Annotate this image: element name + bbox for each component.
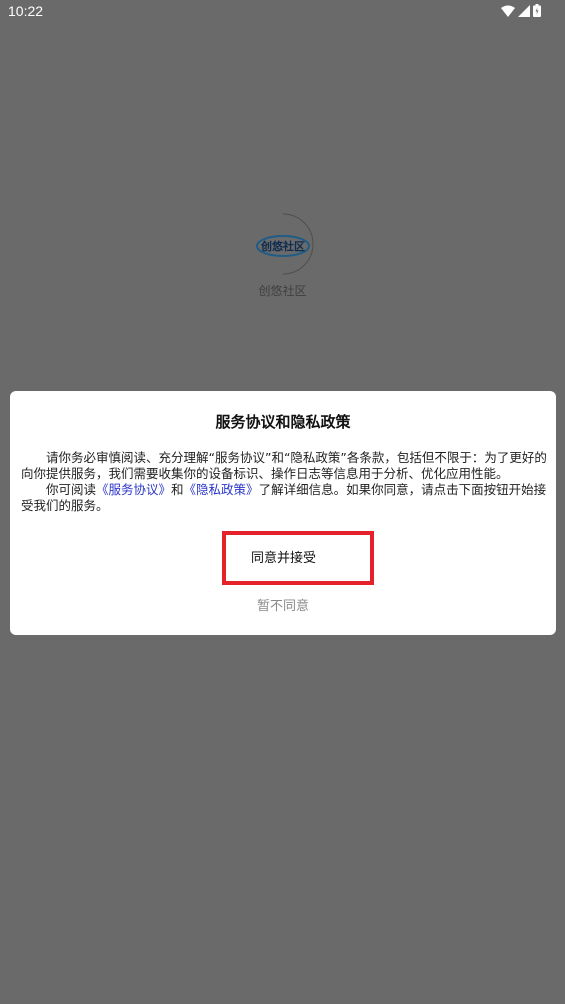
signal-icon (518, 4, 530, 17)
read-more-paragraph: 你可阅读《服务协议》和《隐私政策》了解详细信息。如果你同意，请点击下面按钮开始接… (21, 482, 547, 514)
privacy-dialog: 服务协议和隐私政策 请你务必审慎阅读、充分理解“服务协议”和“隐私政策”各条款，… (10, 391, 556, 635)
and-text: 和 (171, 482, 184, 497)
read-prefix: 你可阅读 (46, 482, 97, 497)
app-logo: 创悠社区 (256, 213, 314, 275)
dialog-body: 请你务必审慎阅读、充分理解“服务协议”和“隐私政策”各条款，包括但不限于：为了更… (21, 450, 547, 514)
privacy-policy-link[interactable]: 《隐私政策》 (184, 482, 259, 497)
dialog-title: 服务协议和隐私政策 (215, 413, 351, 431)
agree-button[interactable]: 同意并接受 (222, 531, 374, 585)
disagree-button[interactable]: 暂不同意 (10, 595, 556, 614)
status-bar: 10:22 (0, 0, 565, 24)
logo-text: 创悠社区 (260, 239, 305, 253)
battery-icon (533, 4, 541, 17)
agree-button-label: 同意并接受 (251, 551, 317, 566)
status-icons (501, 4, 541, 17)
status-time: 10:22 (8, 3, 44, 19)
agreement-paragraph: 请你务必审慎阅读、充分理解“服务协议”和“隐私政策”各条款，包括但不限于：为了更… (21, 450, 547, 481)
service-agreement-link[interactable]: 《服务协议》 (96, 482, 171, 497)
app-name: 创悠社区 (258, 284, 307, 298)
wifi-icon (501, 5, 515, 17)
